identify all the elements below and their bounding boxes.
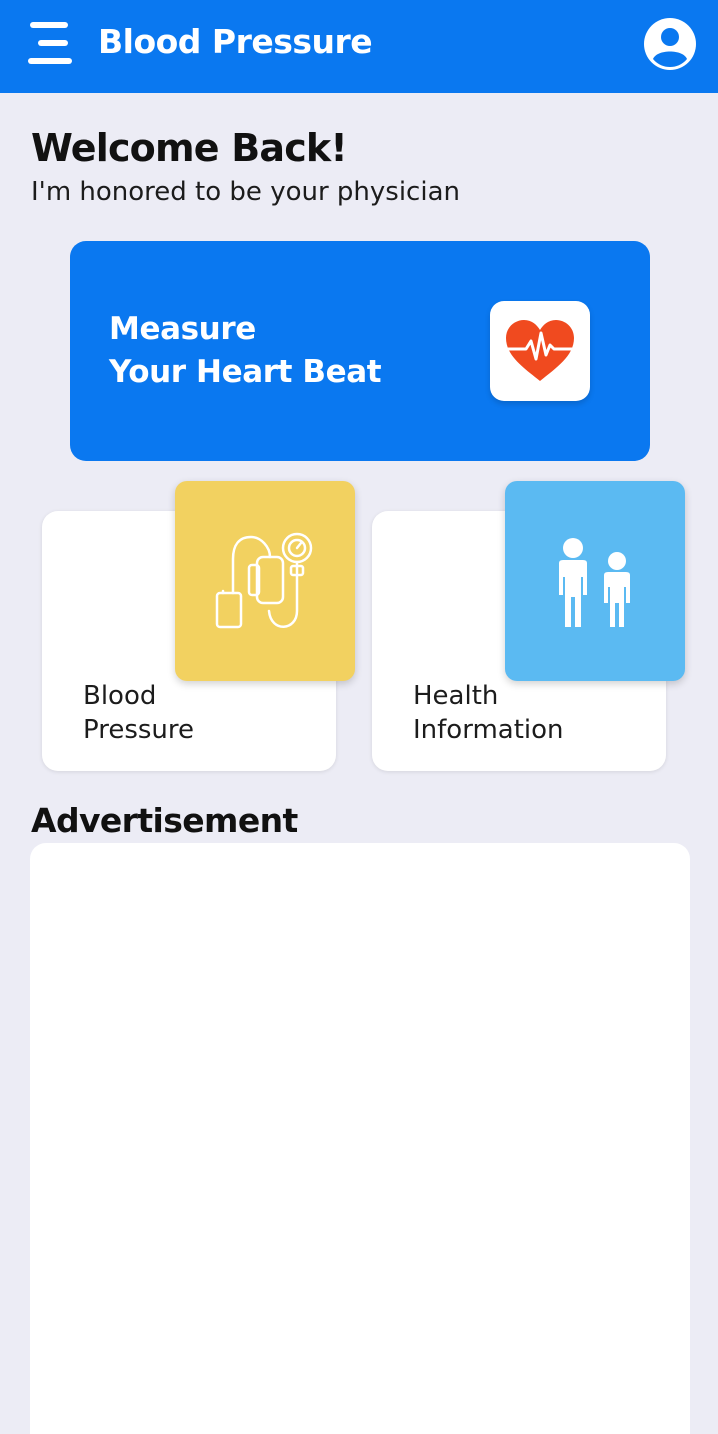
blood-pressure-label: Blood Pressure	[83, 681, 195, 745]
advertisement-panel[interactable]	[30, 843, 690, 1434]
blood-pressure-tile[interactable]	[175, 481, 355, 681]
advertisement-title: Advertisement	[31, 801, 298, 840]
welcome-subtitle: I'm honored to be your physician	[31, 177, 460, 207]
health-information-label: Health Information	[413, 681, 564, 745]
heart-tile	[490, 301, 590, 401]
measure-heart-beat-card[interactable]: Measure Your Heart Beat	[70, 241, 650, 461]
app-bar: Blood Pressure	[0, 0, 718, 93]
blood-pressure-monitor-icon	[215, 532, 313, 629]
app-title: Blood Pressure	[98, 22, 373, 61]
heart-pulse-icon	[506, 320, 574, 381]
health-information-tile[interactable]	[505, 481, 685, 681]
measure-card-line1: Measure	[109, 311, 256, 347]
measure-card-line2: Your Heart Beat	[109, 354, 382, 390]
welcome-title: Welcome Back!	[31, 126, 348, 170]
account-icon[interactable]	[643, 17, 697, 71]
menu-icon[interactable]	[24, 18, 76, 68]
people-icon	[559, 538, 630, 627]
